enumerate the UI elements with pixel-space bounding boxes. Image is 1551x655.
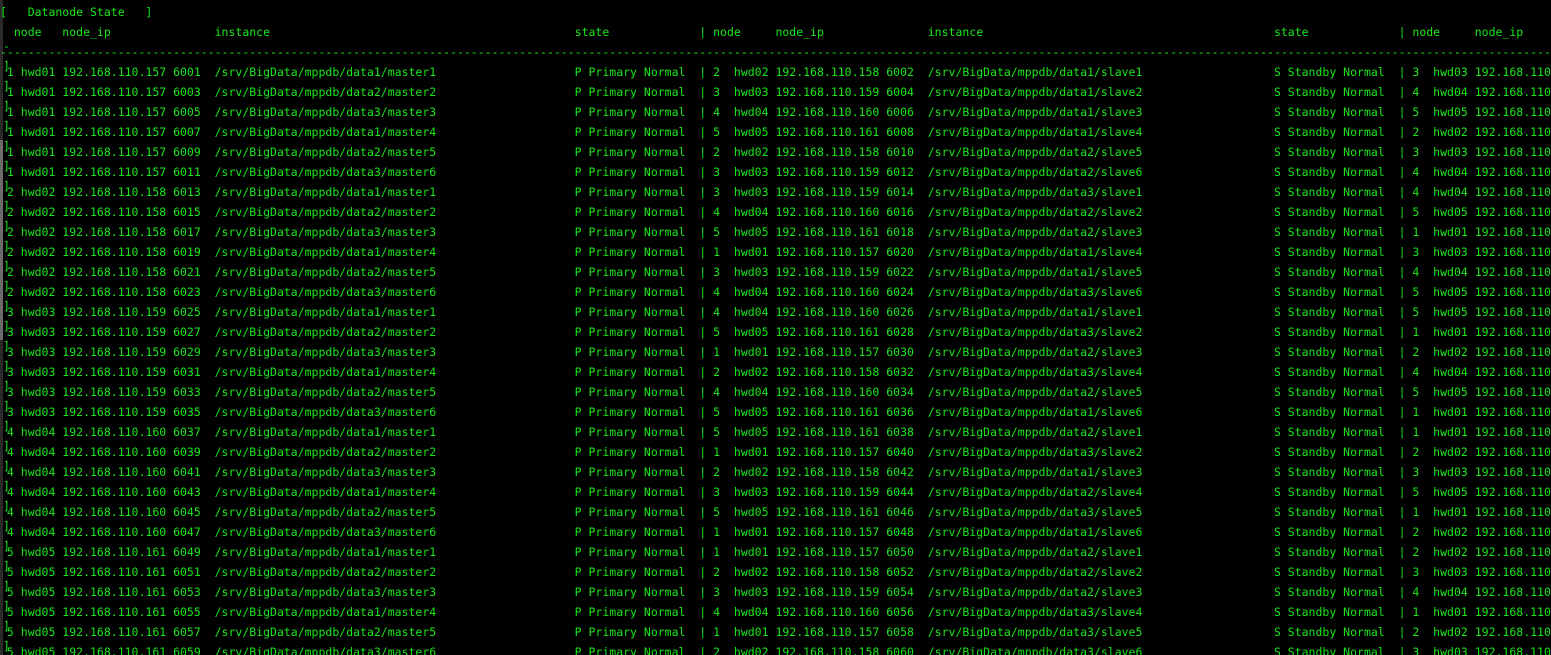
- table-row: 1 hwd01 192.168.110.157 6003 /srv/BigDat…: [6, 85, 1551, 99]
- table-row: 4 hwd04 192.168.110.160 6037 /srv/BigDat…: [6, 425, 1551, 439]
- table-row: 2 hwd02 192.168.110.158 6023 /srv/BigDat…: [6, 285, 1551, 299]
- table-body: 1 hwd01 192.168.110.157 6001 /srv/BigDat…: [0, 62, 1551, 655]
- table-row: 5 hwd05 192.168.110.161 6059 /srv/BigDat…: [6, 645, 1551, 655]
- table-row: 2 hwd02 192.168.110.158 6015 /srv/BigDat…: [6, 205, 1551, 219]
- table-header-row: node node_ip instance state | node node_…: [13, 25, 1524, 39]
- table-row: 5 hwd05 192.168.110.161 6051 /srv/BigDat…: [6, 565, 1551, 579]
- table-row: 4 hwd04 192.168.110.160 6047 /srv/BigDat…: [6, 525, 1551, 539]
- table-row: 2 hwd02 192.168.110.158 6013 /srv/BigDat…: [6, 185, 1551, 199]
- table-row: 1 hwd01 192.168.110.157 6001 /srv/BigDat…: [6, 65, 1551, 79]
- table-row: 1 hwd01 192.168.110.157 6007 /srv/BigDat…: [6, 125, 1551, 139]
- table-row: 3 hwd03 192.168.110.159 6027 /srv/BigDat…: [6, 325, 1551, 339]
- table-row: 1 hwd01 192.168.110.157 6005 /srv/BigDat…: [6, 105, 1551, 119]
- table-row: 3 hwd03 192.168.110.159 6035 /srv/BigDat…: [6, 405, 1551, 419]
- header-separator: ----------------------------------------…: [0, 45, 1551, 59]
- table-row: 4 hwd04 192.168.110.160 6043 /srv/BigDat…: [6, 485, 1551, 499]
- table-row: 2 hwd02 192.168.110.158 6019 /srv/BigDat…: [6, 245, 1551, 259]
- panel-title: [ Datanode State ]: [0, 5, 153, 19]
- table-row: 1 hwd01 192.168.110.157 6009 /srv/BigDat…: [6, 145, 1551, 159]
- table-row: 3 hwd03 192.168.110.159 6031 /srv/BigDat…: [6, 365, 1551, 379]
- table-row: 5 hwd05 192.168.110.161 6057 /srv/BigDat…: [6, 625, 1551, 639]
- table-row: 4 hwd04 192.168.110.160 6041 /srv/BigDat…: [6, 465, 1551, 479]
- terminal-window[interactable]: [ Datanode State ] node node_ip instance…: [0, 0, 1551, 655]
- table-row: 5 hwd05 192.168.110.161 6053 /srv/BigDat…: [6, 585, 1551, 599]
- table-row: 3 hwd03 192.168.110.159 6025 /srv/BigDat…: [6, 305, 1551, 319]
- table-row: 5 hwd05 192.168.110.161 6049 /srv/BigDat…: [6, 545, 1551, 559]
- table-row: 3 hwd03 192.168.110.159 6033 /srv/BigDat…: [6, 385, 1551, 399]
- table-row: 4 hwd04 192.168.110.160 6039 /srv/BigDat…: [6, 445, 1551, 459]
- table-row: 5 hwd05 192.168.110.161 6055 /srv/BigDat…: [6, 605, 1551, 619]
- wrap-fragment-column: -]]]]]]]]]]]]]]]]]]]]]]]]]]]]]]: [3, 40, 13, 655]
- table-row: 1 hwd01 192.168.110.157 6011 /srv/BigDat…: [6, 165, 1551, 179]
- terminal-screen: [ Datanode State ] node node_ip instance…: [0, 0, 1551, 655]
- table-row: 4 hwd04 192.168.110.160 6045 /srv/BigDat…: [6, 505, 1551, 519]
- table-row: 2 hwd02 192.168.110.158 6021 /srv/BigDat…: [6, 265, 1551, 279]
- table-row: 3 hwd03 192.168.110.159 6029 /srv/BigDat…: [6, 345, 1551, 359]
- table-row: 2 hwd02 192.168.110.158 6017 /srv/BigDat…: [6, 225, 1551, 239]
- wrap-fragment: ]: [3, 639, 10, 653]
